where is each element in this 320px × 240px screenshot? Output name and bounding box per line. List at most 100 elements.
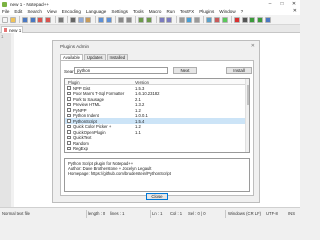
new-file-icon[interactable] <box>2 16 8 23</box>
run-macro-icon[interactable] <box>257 16 264 23</box>
menu-edit[interactable]: Edit <box>14 9 22 14</box>
undo-icon[interactable] <box>97 16 104 23</box>
next-button[interactable]: Next <box>173 67 197 74</box>
toolbar-separator <box>203 16 205 23</box>
plugin-checkbox[interactable] <box>67 86 71 90</box>
menu-view[interactable]: View <box>47 9 57 14</box>
toolbar-separator <box>94 16 96 23</box>
plugin-checkbox[interactable] <box>67 152 71 153</box>
menu-window[interactable]: Window <box>219 9 235 14</box>
search-input[interactable] <box>74 67 168 74</box>
unsaved-file-icon <box>4 28 7 32</box>
indent-guide-icon[interactable] <box>193 16 200 23</box>
plugin-checkbox[interactable] <box>67 97 71 101</box>
menu-macro[interactable]: Macro <box>149 9 162 14</box>
dialog-close-icon[interactable]: ✕ <box>251 43 255 49</box>
menu-search[interactable]: Search <box>27 9 42 14</box>
toolbar-separator <box>115 16 117 23</box>
minimize-button[interactable]: – <box>264 0 276 8</box>
window-controls: – □ ✕ <box>264 0 300 8</box>
stop-macro-icon[interactable] <box>241 16 248 23</box>
close-window-button[interactable]: ✕ <box>288 0 300 8</box>
close-button[interactable]: Close <box>146 193 168 200</box>
cut-icon[interactable] <box>70 16 77 23</box>
line-number: 1 <box>1 34 4 39</box>
toolbar-separator <box>231 16 233 23</box>
open-file-icon[interactable] <box>9 16 16 23</box>
doc-map-icon[interactable] <box>214 16 221 23</box>
menu-settings[interactable]: Settings <box>111 9 128 14</box>
menu-file[interactable]: File <box>2 9 9 14</box>
maximize-button[interactable]: □ <box>276 0 288 8</box>
lang-icon[interactable] <box>206 16 213 23</box>
install-button[interactable]: Install <box>226 67 252 74</box>
redo-icon[interactable] <box>105 16 112 23</box>
toolbar-separator <box>135 16 137 23</box>
menu-run[interactable]: Run <box>166 9 174 14</box>
document-tab[interactable]: new 1 <box>1 26 23 33</box>
zoom-out-icon[interactable] <box>145 16 152 23</box>
plugin-checkbox[interactable] <box>67 113 71 118</box>
insert-mode-status: INS <box>288 211 295 216</box>
plugin-rows: NPP Gist 1.5.3 Poor Man's T-Sql Formatter 1… <box>65 85 249 153</box>
plugin-list-scrollbar[interactable] <box>245 79 249 152</box>
toolbar <box>0 15 300 25</box>
close-icon[interactable] <box>37 16 44 23</box>
available-panel: Search: Next Install Plugin Version NPP … <box>60 60 254 196</box>
menu-language[interactable]: Language <box>86 9 106 14</box>
eol-status: Windows (CR LF) <box>228 211 262 216</box>
plugin-row[interactable]: Remove <box>65 151 249 153</box>
find-icon[interactable] <box>118 16 125 23</box>
status-divider <box>225 210 226 218</box>
word-wrap-icon[interactable] <box>178 16 185 23</box>
show-all-icon[interactable] <box>186 16 193 23</box>
record-macro-icon[interactable] <box>234 16 241 23</box>
paste-icon[interactable] <box>85 16 92 23</box>
plugin-checkbox[interactable] <box>67 135 71 140</box>
lines-status: lines : 1 <box>110 211 125 216</box>
notepad-plus-plus-icon <box>2 1 7 7</box>
plugin-checkbox[interactable] <box>67 130 71 134</box>
function-list-icon[interactable] <box>221 16 228 23</box>
close-all-icon[interactable] <box>44 16 51 23</box>
column-status: Col : 1 <box>170 211 183 216</box>
menu-tools[interactable]: Tools <box>133 9 144 14</box>
sync-h-icon[interactable] <box>166 16 173 23</box>
toolbar-separator <box>54 16 56 23</box>
menu-textfx[interactable]: TextFX <box>180 9 194 14</box>
plugin-checkbox[interactable] <box>67 141 71 145</box>
status-divider <box>150 210 151 218</box>
line-position-status: Ln : 1 <box>152 211 163 216</box>
title-bar: new 1 - Notepad++ – □ ✕ <box>0 0 300 8</box>
tab-bar: new 1 <box>0 25 300 33</box>
toolbar-separator <box>175 16 177 23</box>
save-macro-icon[interactable] <box>264 16 271 23</box>
line-number-gutter: 1 <box>0 33 11 207</box>
plugin-checkbox[interactable] <box>67 91 71 96</box>
plugin-checkbox[interactable] <box>67 146 71 151</box>
status-divider <box>86 210 87 218</box>
toolbar-separator <box>19 16 21 23</box>
plugin-name: Remove <box>73 152 89 153</box>
copy-icon[interactable] <box>77 16 84 23</box>
dialog-title: Plugins Admin <box>60 44 90 49</box>
plugin-checkbox[interactable] <box>67 102 71 107</box>
plugin-checkbox[interactable] <box>67 119 71 123</box>
sync-v-icon[interactable] <box>158 16 165 23</box>
file-type-status: Normal text file <box>2 211 30 216</box>
encoding-status: UTF-8 <box>266 211 278 216</box>
menu-help[interactable]: ? <box>241 9 244 14</box>
scrollbar-thumb[interactable] <box>246 85 249 105</box>
menu-encoding[interactable]: Encoding <box>62 9 81 14</box>
replace-icon[interactable] <box>125 16 132 23</box>
close-document-icon[interactable]: ✕ <box>293 8 297 14</box>
print-icon[interactable] <box>57 16 64 23</box>
save-all-icon[interactable] <box>29 16 36 23</box>
menu-plugins[interactable]: Plugins <box>199 9 214 14</box>
save-icon[interactable] <box>22 16 29 23</box>
play-macro-icon[interactable] <box>249 16 256 23</box>
zoom-in-icon[interactable] <box>138 16 145 23</box>
plugin-checkbox[interactable] <box>67 124 71 129</box>
plugin-checkbox[interactable] <box>67 108 71 112</box>
status-bar: Normal text file length : 0 lines : 1 Ln… <box>0 207 300 220</box>
